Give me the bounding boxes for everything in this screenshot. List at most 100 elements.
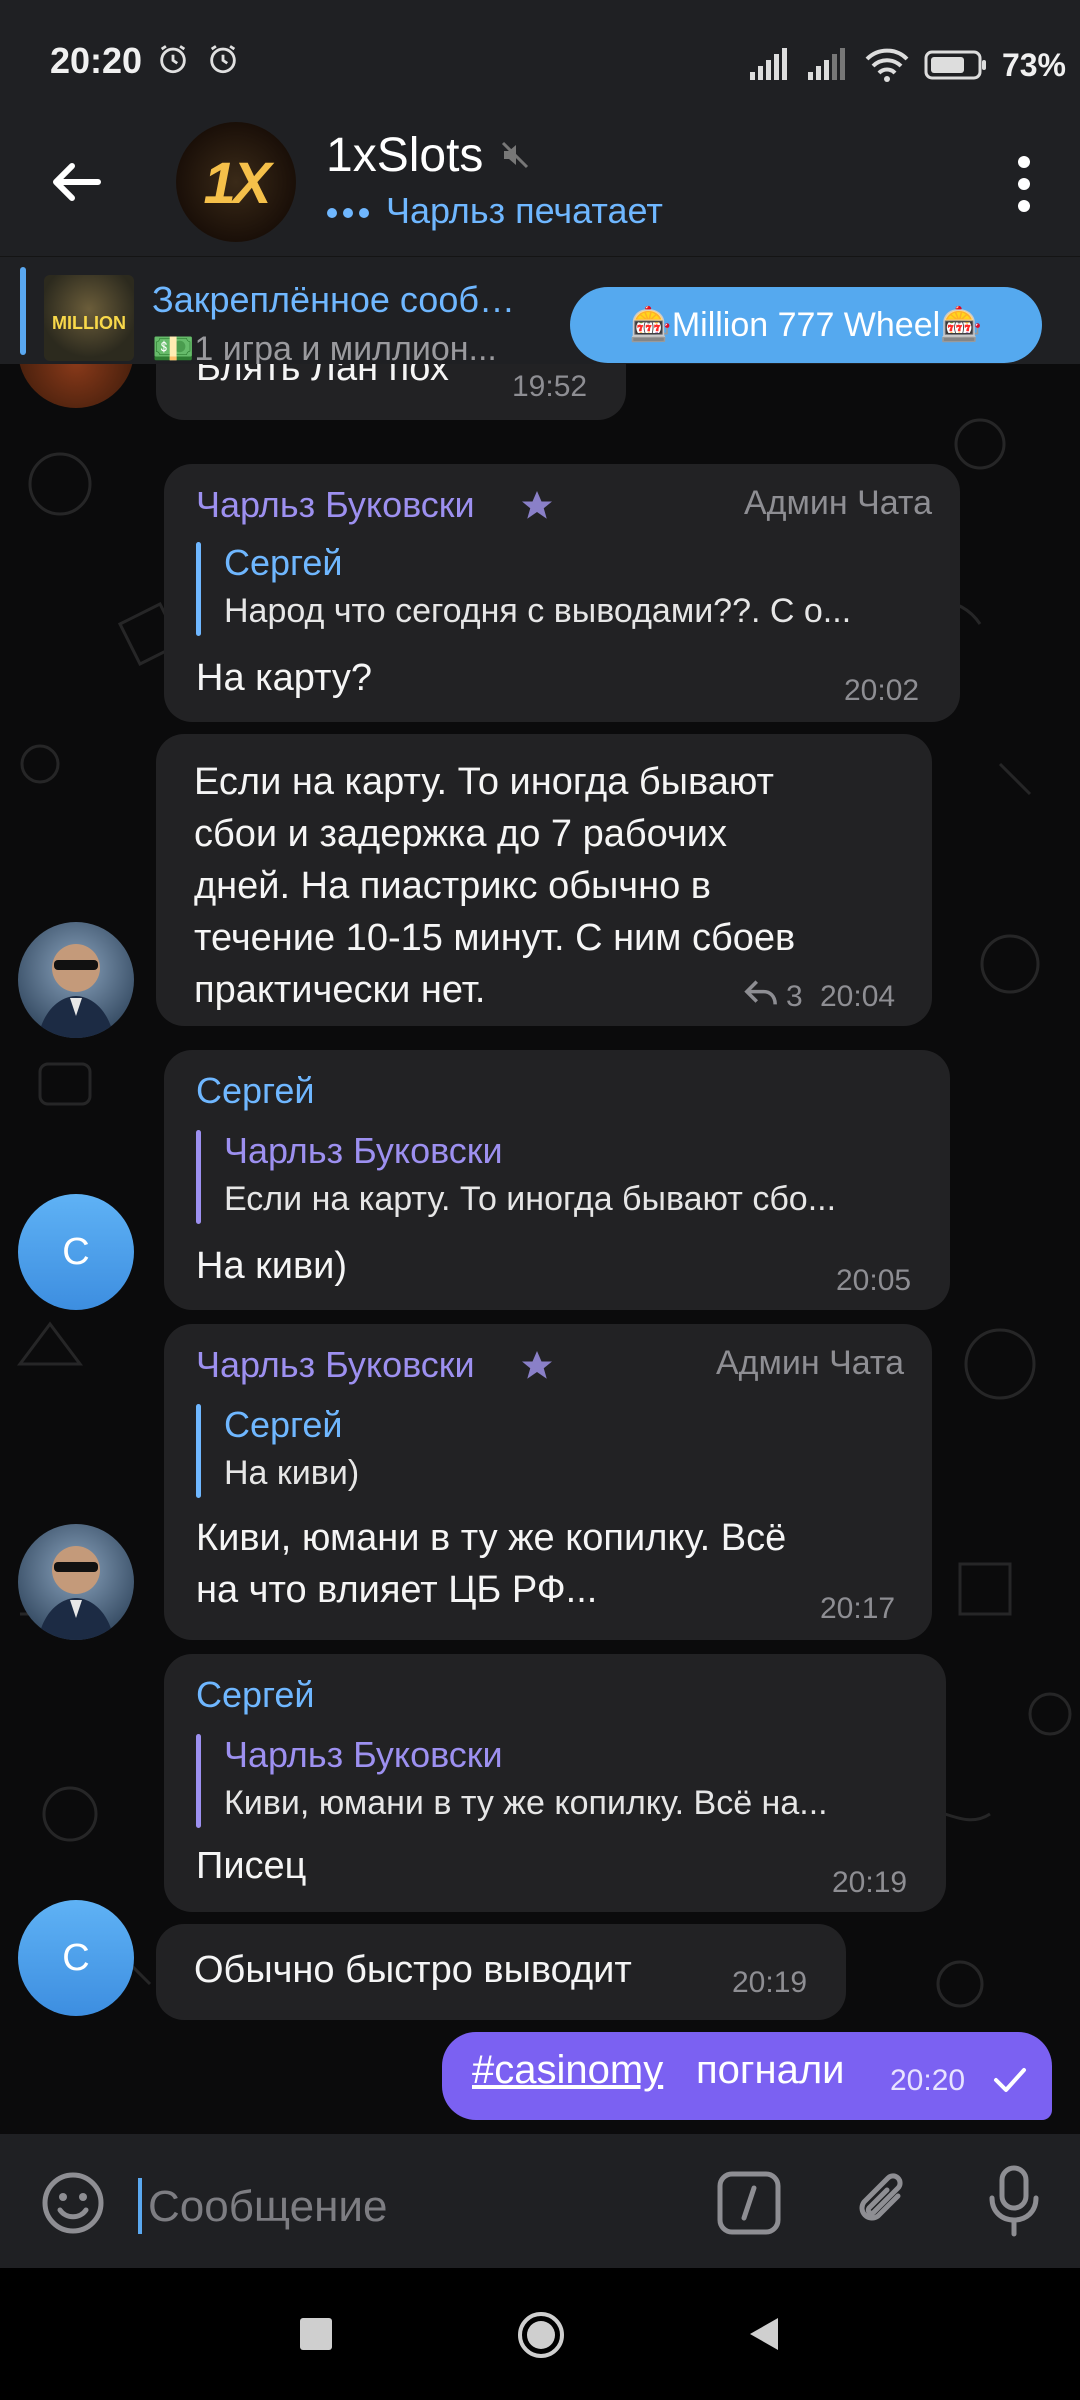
message-bubble[interactable]: Блять Лан пох 19:52 — [156, 364, 626, 420]
recent-apps-icon[interactable] — [296, 2314, 336, 2354]
avatar-charles[interactable] — [18, 922, 134, 1038]
message-time: 20:04 — [820, 980, 896, 1013]
replies-count[interactable]: 3 — [786, 980, 803, 1014]
reply-quote[interactable]: Чарльз Буковски Киви, юмани в ту же копи… — [196, 1734, 926, 1828]
reply-text: На киви) — [224, 1454, 360, 1492]
alarm-icon — [210, 45, 236, 74]
back-arrow-icon[interactable] — [44, 150, 108, 214]
mute-icon — [501, 141, 529, 169]
emoji-icon[interactable] — [40, 2170, 106, 2236]
message-bubble[interactable]: Обычно быстро выводит 20:19 — [156, 1924, 846, 2020]
chat-area[interactable]: Блять Лан пох 19:52 Чарльз Буковски Адми… — [0, 364, 1080, 2134]
pinned-text: 💵1 игра и миллион... — [152, 330, 497, 368]
more-menu-icon[interactable] — [1004, 148, 1044, 220]
pinned-thumbnail: MILLION — [44, 275, 134, 361]
pinned-thumb-text: MILLION — [52, 313, 126, 333]
typing-dots-icon — [327, 208, 369, 218]
avatar-sergey[interactable]: С — [18, 1900, 134, 2016]
reply-bar — [196, 542, 201, 636]
signal-icon — [749, 48, 787, 80]
message-time: 20:17 — [820, 1592, 896, 1625]
message-time: 20:20 — [890, 2064, 966, 2097]
reply-bar — [196, 1404, 201, 1498]
typing-status: Чарльз печатает — [386, 190, 663, 231]
reply-quote[interactable]: Сергей Народ что сегодня с выводами??. С… — [196, 542, 936, 636]
message-bubble[interactable]: Сергей Чарльз Буковски Киви, юмани в ту … — [164, 1654, 946, 1912]
message-bubble[interactable]: Чарльз Буковски Админ Чата Сергей На кив… — [164, 1324, 932, 1640]
reply-bar — [196, 1734, 201, 1828]
signal-icon — [807, 48, 845, 80]
message-text-line: Киви, юмани в ту же копилку. Всё — [196, 1517, 787, 1559]
message-text: На карту? — [196, 657, 372, 699]
system-navigation-bar — [0, 2268, 1080, 2400]
back-icon[interactable] — [744, 2314, 784, 2354]
admin-role: Админ Чата — [743, 484, 932, 522]
message-bubble[interactable]: Если на карту. То иногда бывают сбои и з… — [156, 734, 932, 1026]
message-bubble[interactable]: Сергей Чарльз Буковски Если на карту. То… — [164, 1050, 950, 1310]
message-time: 19:52 — [512, 370, 588, 403]
avatar-letter: С — [62, 1230, 90, 1273]
reply-text: Киви, юмани в ту же копилку. Всё на... — [224, 1784, 828, 1822]
battery-percent: 73% — [1001, 46, 1066, 83]
message-text-line: на что влияет ЦБ РФ... — [196, 1569, 598, 1611]
message-time: 20:02 — [844, 674, 920, 707]
chat-title[interactable]: 1xSlots — [326, 128, 483, 183]
avatar-sergey[interactable]: С — [18, 1194, 134, 1310]
hashtag-link[interactable]: #casinomy — [472, 2048, 663, 2093]
avatar-charles[interactable] — [18, 1524, 134, 1640]
wifi-icon — [865, 48, 909, 82]
message-time: 20:19 — [832, 1866, 908, 1899]
reply-name: Сергей — [224, 1404, 343, 1445]
message-text: На киви) — [196, 1245, 348, 1287]
sender-name[interactable]: Сергей — [196, 1070, 315, 1112]
reply-quote[interactable]: Чарльз Буковски Если на карту. То иногда… — [196, 1130, 926, 1224]
replies-icon — [744, 980, 777, 1005]
message-text-line: Если на карту. То иногда бывают — [194, 761, 774, 803]
message-time: 20:19 — [732, 1966, 808, 1999]
admin-star-icon — [522, 491, 552, 519]
chat-header: 1X 1xSlots Чарльз печатает — [0, 110, 1080, 256]
message-text-line: дней. На пиастрикс обычно в — [194, 865, 711, 907]
message-text: Блять Лан пох — [196, 364, 449, 389]
reply-name: Чарльз Буковски — [224, 1130, 503, 1171]
attach-icon[interactable] — [848, 2166, 918, 2236]
avatar-letter: С — [62, 1936, 90, 1979]
message-text: Обычно быстро выводит — [194, 1949, 632, 1991]
own-message-bubble[interactable]: #casinomy погнали 20:20 — [442, 2032, 1052, 2120]
microphone-icon[interactable] — [984, 2164, 1044, 2238]
avatar-logo: 1X — [203, 151, 272, 216]
admin-star-icon — [522, 1351, 552, 1379]
home-icon[interactable] — [516, 2310, 566, 2360]
battery-icon — [924, 50, 986, 80]
message-text: погнали — [696, 2048, 845, 2092]
person-photo — [38, 944, 114, 1038]
message-time: 20:05 — [836, 1264, 912, 1297]
reply-text: Народ что сегодня с выводами??. С о... — [224, 592, 852, 630]
reply-name: Сергей — [224, 542, 343, 583]
message-bubble[interactable]: Чарльз Буковски Админ Чата Сергей Народ … — [164, 464, 960, 722]
message-text-line: сбои и задержка до 7 рабочих — [194, 813, 727, 855]
sent-check-icon — [994, 2068, 1026, 2092]
reply-text: Если на карту. То иногда бывают сбо... — [224, 1180, 837, 1218]
reply-quote[interactable]: Сергей На киви) — [196, 1404, 896, 1498]
reply-bar — [196, 1130, 201, 1224]
alarm-icon — [160, 45, 186, 74]
message-text: Писец — [196, 1845, 307, 1887]
sender-name[interactable]: Чарльз Буковски — [196, 484, 475, 526]
chat-avatar[interactable]: 1X — [176, 122, 296, 242]
pinned-title: Закреплённое сообщение — [152, 279, 542, 320]
person-photo — [38, 1546, 114, 1640]
sender-name[interactable]: Сергей — [196, 1674, 315, 1716]
sender-name[interactable]: Чарльз Буковски — [196, 1344, 475, 1386]
status-time: 20:20 — [50, 40, 143, 81]
reply-name: Чарльз Буковски — [224, 1734, 503, 1775]
message-text-line: течение 10-15 минут. С ним сбоев — [194, 917, 796, 959]
bot-commands-icon[interactable] — [716, 2170, 782, 2236]
message-input[interactable] — [146, 2176, 670, 2238]
text-caret — [138, 2178, 142, 2234]
message-text-line: практически нет. — [194, 969, 486, 1011]
pinned-message-bar[interactable]: MILLION Закреплённое сообщение 💵1 игра и… — [0, 256, 1080, 368]
status-bar: 20:20 73% — [0, 0, 1080, 126]
pinned-action-button[interactable]: 🎰Million 777 Wheel🎰 — [570, 287, 1042, 363]
admin-role: Админ Чата — [715, 1344, 904, 1382]
